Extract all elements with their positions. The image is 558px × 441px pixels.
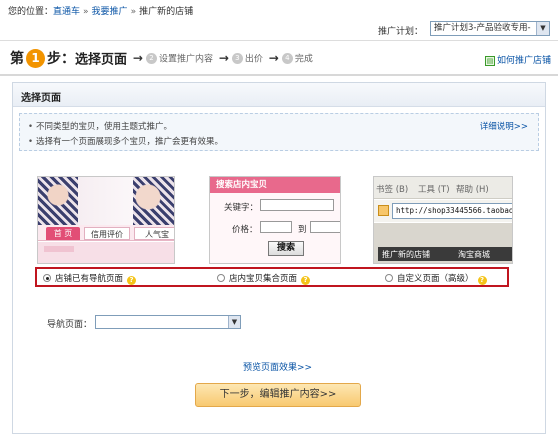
breadcrumb-current: 推广新的店铺	[139, 7, 194, 17]
step-label-2: 设置推广内容	[158, 54, 213, 65]
current-step-number: 1	[26, 48, 45, 68]
thumbnail-photo	[38, 177, 174, 225]
nav-page-label: 导航页面：	[47, 320, 93, 330]
current-step-label: 选择页面	[75, 52, 128, 68]
chevron-down-icon: ▼	[228, 316, 240, 328]
breadcrumb: 您的位置：直通车» 我要推广» 推广新的店铺	[8, 4, 193, 17]
price-to-label: 到	[298, 225, 307, 235]
step-label-3: 出价	[244, 54, 263, 65]
nav-page-select[interactable]: ▼	[95, 315, 241, 329]
page-type-options: 店铺已有导航页面? 店内宝贝集合页面? 自定义页面（高级）?	[35, 267, 509, 287]
breadcrumb-prefix: 您的位置：	[8, 7, 54, 17]
price-from-preview	[260, 221, 292, 233]
thumbnail-search-form: 关键字： 价格： 到 搜索	[210, 193, 340, 263]
bullet: •	[28, 122, 34, 132]
breadcrumb-separator: »	[130, 7, 137, 17]
chevron-down-icon: ▼	[536, 22, 549, 35]
arrow-right-icon: →	[268, 51, 279, 65]
question-icon[interactable]: ?	[301, 276, 311, 285]
browser-address-bar: http://shop33445566.taobao	[374, 200, 512, 222]
divider	[0, 40, 558, 41]
panel-title: 选择页面	[21, 93, 61, 104]
radio-button[interactable]	[385, 274, 393, 282]
panel-header: 选择页面	[13, 83, 545, 107]
thumbnail-shop-nav[interactable]: 首 页 信用评价 人气宝	[37, 176, 175, 264]
option-shop-nav-page[interactable]: 店铺已有导航页面?	[43, 272, 137, 285]
browser-menu-tools: 工具 (T)	[418, 185, 450, 195]
help-link-label: 如何推广店铺	[497, 56, 552, 66]
arrow-right-icon: →	[132, 51, 143, 65]
step-label-4: 完成	[294, 54, 313, 65]
plan-label: 推广计划：	[378, 27, 424, 37]
step-number-2: 2	[145, 52, 157, 64]
option-label: 店铺已有导航页面	[55, 274, 124, 284]
thumbnail-tab-home: 首 页	[46, 227, 80, 240]
browser-page: 推广新的店铺 淘宝商城	[374, 223, 512, 263]
breadcrumb-link-ztc[interactable]: 直通车	[53, 7, 80, 17]
browser-tab-label: 推广新的店铺	[382, 250, 430, 259]
step-prefix: 第	[10, 51, 24, 67]
price-label: 价格：	[232, 225, 258, 235]
tip-item: • 不同类型的宝贝，使用主题式推广。	[28, 120, 172, 132]
browser-menu-help: 帮助 (H)	[456, 185, 489, 195]
arrow-right-icon: →	[218, 51, 229, 65]
thumbnail-item-collection[interactable]: 搜索店内宝贝 关键字： 价格： 到 搜索	[209, 176, 341, 264]
search-button-preview: 搜索	[268, 241, 304, 256]
option-label: 店内宝贝集合页面	[229, 274, 298, 284]
option-custom-page[interactable]: 自定义页面（高级）?	[385, 272, 487, 285]
thumbnail-search-header: 搜索店内宝贝	[210, 177, 340, 193]
browser-menu-bookmarks: 书签 (B)	[376, 185, 409, 195]
thumbnail-nav-bar: 首 页 信用评价 人气宝	[38, 225, 174, 241]
option-label: 自定义页面（高级）	[397, 274, 474, 284]
thumbnail-custom-page[interactable]: 书签 (B) 工具 (T) 帮助 (H) http://shop33445566…	[373, 176, 513, 264]
option-item-collection-page[interactable]: 店内宝贝集合页面?	[217, 272, 311, 285]
question-icon[interactable]: ?	[127, 276, 137, 285]
divider	[0, 74, 558, 76]
browser-tab-label: 淘宝商城	[458, 250, 490, 259]
breadcrumb-separator: »	[83, 7, 89, 17]
thumbnail-banner	[38, 242, 174, 263]
radio-button[interactable]	[43, 274, 51, 282]
question-icon[interactable]: ?	[477, 276, 487, 285]
tip-text: 不同类型的宝贝，使用主题式推广。	[36, 122, 173, 132]
bullet: •	[28, 137, 34, 147]
help-link[interactable]: ▤ 如何推广店铺	[485, 53, 551, 66]
keyword-input-preview	[260, 199, 334, 211]
step-indicator: 第 1 步：选择页面 → 2 设置推广内容 → 3 出价 → 4 完成	[10, 48, 313, 70]
breadcrumb-link-promote[interactable]: 我要推广	[92, 7, 128, 17]
tip-text: 选择有一个页面展现多个宝贝，推广会更有效果。	[36, 137, 224, 147]
thumbnail-tab-popular: 人气宝	[134, 227, 174, 240]
next-step-button[interactable]: 下一步，编辑推广内容>>	[195, 383, 361, 407]
tip-item: • 选择有一个页面展现多个宝贝，推广会更有效果。	[28, 135, 223, 147]
price-to-preview	[310, 221, 340, 233]
thumbnail-tab-credit: 信用评价	[84, 227, 130, 240]
step-number-3: 3	[231, 52, 243, 64]
preview-link[interactable]: 预览页面效果>>	[243, 360, 312, 373]
radio-button[interactable]	[217, 274, 225, 282]
plan-select[interactable]: 推广计划3-产品验收专用- ▼	[430, 21, 550, 36]
detail-link[interactable]: 详细说明>>	[480, 120, 528, 132]
step-number-4: 4	[281, 52, 293, 64]
browser-url: http://shop33445566.taobao	[392, 203, 512, 219]
plan-select-value: 推广计划3-产品验收专用-	[434, 23, 531, 33]
tips-box: • 不同类型的宝贝，使用主题式推广。 • 选择有一个页面展现多个宝贝，推广会更有效果…	[19, 113, 539, 151]
page-icon	[378, 205, 389, 216]
help-doc-icon: ▤	[485, 55, 495, 66]
keyword-label: 关键字：	[224, 203, 259, 213]
step-suffix: 步：	[47, 51, 75, 67]
browser-menubar: 书签 (B) 工具 (T) 帮助 (H)	[374, 177, 512, 199]
select-page-panel: 选择页面 • 不同类型的宝贝，使用主题式推广。 • 选择有一个页面展现多个宝贝，推广…	[12, 82, 546, 434]
